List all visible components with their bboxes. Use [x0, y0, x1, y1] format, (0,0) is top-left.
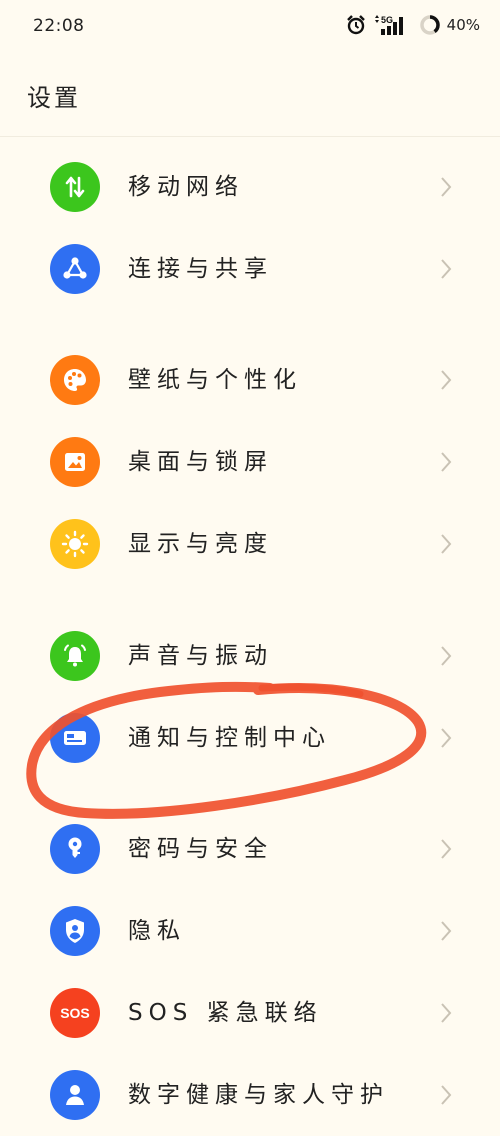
settings-item-label: 显示与亮度: [128, 531, 273, 557]
chevron-right-icon: [440, 645, 452, 671]
chevron-right-icon: [440, 451, 452, 477]
chevron-right-icon: [440, 920, 452, 946]
settings-item-label: 桌面与锁屏: [128, 449, 273, 475]
share-icon: [50, 244, 100, 294]
settings-item-wallpaper-personalization[interactable]: 壁纸与个性化: [0, 339, 500, 421]
shield-user-icon: [50, 906, 100, 956]
settings-item-display-brightness[interactable]: 显示与亮度: [0, 503, 500, 585]
settings-item-digital-wellbeing[interactable]: 数字健康与家人守护: [0, 1054, 500, 1136]
sun-icon: [50, 519, 100, 569]
settings-item-desktop-lockscreen[interactable]: 桌面与锁屏: [0, 421, 500, 503]
settings-item-label: 移动网络: [128, 174, 244, 200]
chevron-right-icon: [440, 369, 452, 395]
settings-item-mobile-network[interactable]: 移动网络: [0, 146, 500, 228]
chevron-right-icon: [440, 1084, 452, 1110]
chevron-right-icon: [440, 258, 452, 284]
alarm-icon: [345, 14, 367, 36]
network-type: 5G: [381, 15, 393, 25]
status-icons: 5G 40%: [345, 12, 480, 38]
chevron-right-icon: [440, 533, 452, 559]
data-arrows-icon: [50, 162, 100, 212]
battery-ring-icon: [419, 14, 441, 36]
settings-item-label: 通知与控制中心: [128, 725, 331, 751]
page-title: 设置: [27, 84, 81, 112]
settings-item-sound-vibration[interactable]: 声音与振动: [0, 615, 500, 697]
person-icon: [50, 1070, 100, 1120]
settings-item-label: SOS 紧急联络: [128, 1000, 323, 1026]
notification-card-icon: [50, 713, 100, 763]
signal-icon: 5G: [373, 14, 413, 36]
battery-level: 40%: [446, 16, 480, 34]
settings-item-sos-emergency[interactable]: SOS SOS 紧急联络: [0, 972, 500, 1054]
sos-icon: SOS: [50, 988, 100, 1038]
settings-item-connection-sharing[interactable]: 连接与共享: [0, 228, 500, 310]
settings-item-label: 声音与振动: [128, 643, 273, 669]
status-time: 22:08: [33, 16, 85, 36]
settings-item-privacy[interactable]: 隐私: [0, 890, 500, 972]
key-icon: [50, 824, 100, 874]
settings-item-label: 壁纸与个性化: [128, 367, 302, 393]
chevron-right-icon: [440, 727, 452, 753]
palette-icon: [50, 355, 100, 405]
settings-item-label: 数字健康与家人守护: [128, 1082, 389, 1108]
picture-icon: [50, 437, 100, 487]
chevron-right-icon: [440, 838, 452, 864]
status-bar: 22:08 5G 40%: [0, 0, 500, 50]
bell-icon: [50, 631, 100, 681]
chevron-right-icon: [440, 176, 452, 202]
settings-item-label: 连接与共享: [128, 256, 273, 282]
settings-item-password-security[interactable]: 密码与安全: [0, 808, 500, 890]
settings-item-notification-control-center[interactable]: 通知与控制中心: [0, 697, 500, 779]
header-divider: [0, 136, 500, 137]
chevron-right-icon: [440, 1002, 452, 1028]
sos-icon-text: SOS: [60, 1005, 90, 1021]
settings-item-label: 隐私: [128, 918, 186, 944]
settings-item-label: 密码与安全: [128, 836, 273, 862]
